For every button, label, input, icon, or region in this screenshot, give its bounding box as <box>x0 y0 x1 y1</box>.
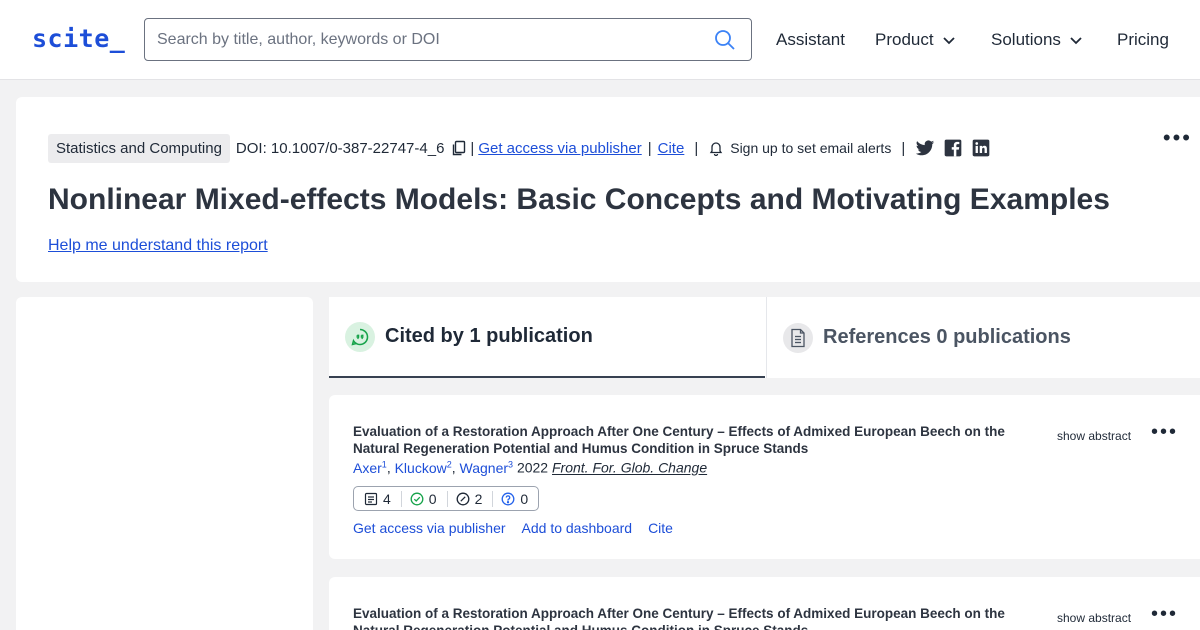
citation-authors: Axer1, Kluckow2, Wagner3 2022 Front. For… <box>353 459 708 476</box>
contrasting-count: 0 <box>520 490 529 507</box>
scite-logo[interactable]: scite_ <box>32 24 125 53</box>
copy-icon[interactable] <box>450 139 468 157</box>
help-understand-link[interactable]: Help me understand this report <box>48 237 268 255</box>
search-icon[interactable] <box>713 28 737 52</box>
publications-count: 4 <box>383 490 391 507</box>
publications-badge: 4 <box>360 491 395 507</box>
mentioning-badge: 2 <box>446 490 487 507</box>
citation-tabs: Cited by 1 publication References 0 publ… <box>329 297 1200 378</box>
supporting-badge: 0 <box>400 490 441 507</box>
slash-circle-icon <box>456 492 470 505</box>
citation-card: Evaluation of a Restoration Approach Aft… <box>329 577 1200 630</box>
supporting-count: 0 <box>428 490 437 507</box>
citation-title[interactable]: Evaluation of a Restoration Approach Aft… <box>353 423 1013 457</box>
author-link[interactable]: Axer1 <box>353 459 387 476</box>
show-abstract-button[interactable]: show abstract <box>1057 429 1131 443</box>
mentioning-count: 2 <box>474 490 483 507</box>
facebook-icon[interactable] <box>943 138 963 158</box>
get-access-link[interactable]: Get access via publisher <box>478 140 641 157</box>
more-options-icon[interactable]: ••• <box>1163 125 1192 151</box>
document-icon <box>783 322 813 353</box>
citation-journal[interactable]: Front. For. Glob. Change <box>552 460 707 476</box>
twitter-icon[interactable] <box>915 138 935 158</box>
tab-references-label: References 0 publications <box>823 326 1071 348</box>
tab-cited-by[interactable]: Cited by 1 publication <box>329 297 765 378</box>
check-circle-icon <box>410 492 424 505</box>
quote-bubble-icon <box>345 321 375 352</box>
report-header-card: Statistics and Computing DOI: 10.1007/0-… <box>16 97 1200 282</box>
nav-pricing-label: Pricing <box>1117 30 1169 49</box>
search-input[interactable] <box>157 27 697 53</box>
nav-assistant[interactable]: Assistant <box>776 30 845 50</box>
tab-cited-by-label: Cited by 1 publication <box>385 325 593 347</box>
citation-title[interactable]: Evaluation of a Restoration Approach Aft… <box>353 605 1013 630</box>
chevron-down-icon <box>1070 37 1082 45</box>
list-icon <box>364 492 378 505</box>
sidebar-panel <box>16 297 313 630</box>
author-link[interactable]: Wagner3 <box>460 459 514 476</box>
cite-link[interactable]: Cite <box>658 140 685 157</box>
citation-year: 2022 <box>516 459 549 476</box>
card-more-options-icon[interactable]: ••• <box>1151 421 1178 444</box>
linkedin-icon[interactable] <box>971 138 991 158</box>
nav-pricing[interactable]: Pricing <box>1117 30 1169 50</box>
author-link[interactable]: Kluckow2 <box>395 459 452 476</box>
tab-references[interactable]: References 0 publications <box>766 297 1200 378</box>
doi-text: DOI: 10.1007/0-387-22747-4_6 <box>235 139 445 157</box>
separator: | <box>694 139 699 157</box>
journal-chip[interactable]: Statistics and Computing <box>48 133 230 163</box>
report-meta-row: Statistics and Computing DOI: 10.1007/0-… <box>48 133 991 163</box>
get-access-button[interactable]: Get access via publisher <box>353 520 506 536</box>
bell-icon[interactable] <box>708 140 724 156</box>
contrasting-badge: 0 <box>492 490 532 507</box>
report-title: Nonlinear Mixed-effects Models: Basic Co… <box>48 183 1110 216</box>
show-abstract-button[interactable]: show abstract <box>1057 611 1131 625</box>
nav-product-label: Product <box>875 30 934 49</box>
email-alerts-link[interactable]: Sign up to set email alerts <box>730 140 891 156</box>
citation-actions: Get access via publisher Add to dashboar… <box>353 520 673 536</box>
citation-card: Evaluation of a Restoration Approach Aft… <box>329 395 1200 559</box>
separator: | <box>470 139 475 157</box>
add-to-dashboard-button[interactable]: Add to dashboard <box>522 520 633 536</box>
nav-product[interactable]: Product <box>875 30 956 50</box>
search-box <box>144 18 752 61</box>
separator: | <box>647 139 652 157</box>
separator: | <box>901 139 906 157</box>
cite-button[interactable]: Cite <box>648 520 673 536</box>
citation-stats-badges[interactable]: 4 0 2 0 <box>353 486 540 511</box>
nav-solutions[interactable]: Solutions <box>991 30 1083 50</box>
card-more-options-icon[interactable]: ••• <box>1151 603 1178 626</box>
chevron-down-icon <box>942 37 955 45</box>
question-circle-icon <box>501 492 515 505</box>
top-navigation-bar: scite_ Assistant Product Solutions Prici… <box>0 0 1200 80</box>
nav-solutions-label: Solutions <box>991 30 1061 49</box>
nav-assistant-label: Assistant <box>776 30 845 49</box>
